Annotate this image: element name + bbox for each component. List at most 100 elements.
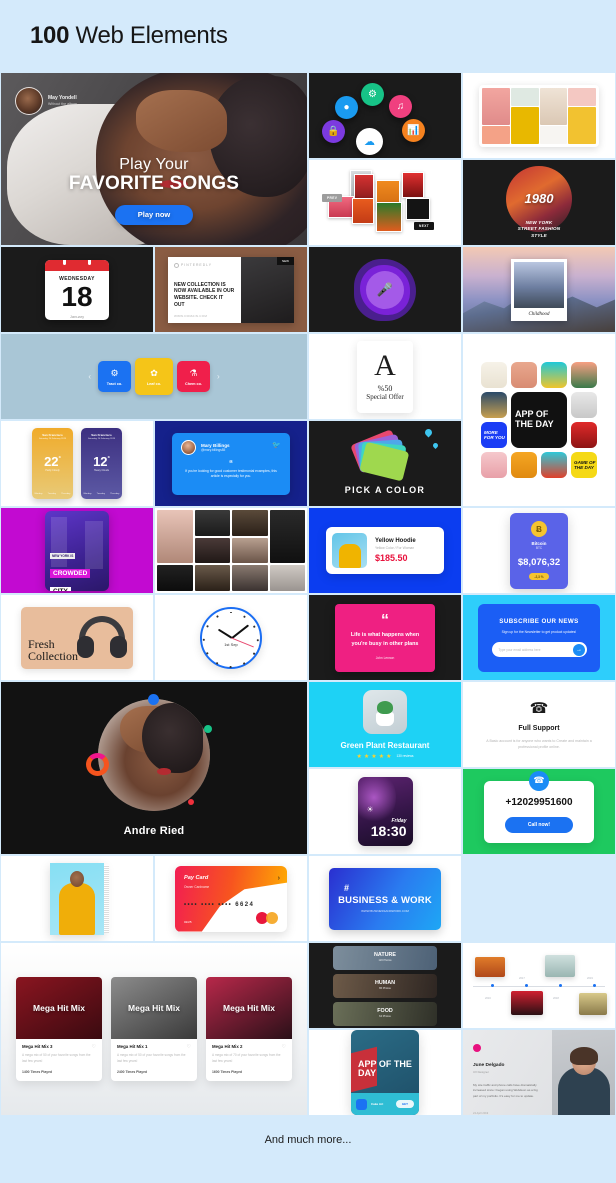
timeline-dot[interactable] [525, 984, 528, 987]
mix-card[interactable]: Mega Hit Mix Mega Hit Mix 2 ♡ A mega mix… [206, 977, 292, 1081]
card-app-poster[interactable]: APP OF THE DAY Cake Art GET [308, 1029, 462, 1116]
category-item[interactable]: NATURE 120 Photos [333, 945, 437, 970]
call-now-button[interactable]: Call now! [505, 816, 573, 833]
card-friday-clock[interactable]: ☀ Friday 18:30 [308, 768, 462, 855]
more-for-you-tile[interactable]: MORE FOR YOU [481, 422, 507, 448]
mix-card[interactable]: Mega Hit Mix Mega Hit Mix 3 ♡ A mega mix… [16, 977, 102, 1081]
carousel-item[interactable]: ⚗ Chem co. [177, 361, 210, 392]
heart-icon[interactable]: ♡ [187, 1044, 191, 1050]
card-testimonial-tweet[interactable]: Mary Billings @mary.billings85 🐦 “ If yo… [154, 420, 308, 507]
card-photo-wall[interactable] [154, 507, 308, 594]
gallery-prev-button[interactable]: PREV [322, 193, 343, 202]
newsletter-email-input[interactable]: Type your email address here → [491, 642, 587, 657]
card-pick-a-color[interactable]: PICK A COLOR [308, 420, 462, 507]
carousel-item[interactable]: ⚙ Tract co. [98, 361, 131, 392]
mix-card[interactable]: Mega Hit Mix Mega Hit Mix 1 ♡ A mega mix… [111, 977, 197, 1081]
card-fresh-collection[interactable]: Fresh Collection [0, 594, 154, 681]
clock-tick [230, 611, 232, 614]
game-of-the-day-tile[interactable]: GAME OF THE DAY [571, 452, 597, 478]
bitcoin-card: Ƀ Bitcoin BTC $8,076,32 -2,3 % [510, 512, 568, 589]
weather-card[interactable]: San Francisco Saturday, 24 February 2019… [32, 428, 73, 499]
card-quote[interactable]: “ Life is what happens when you're busy … [308, 594, 462, 681]
card-icon-bubbles[interactable]: ● ⚙ ♫ 🔒 ☁ 📊 [308, 72, 462, 159]
card-bitcoin[interactable]: Ƀ Bitcoin BTC $8,076,32 -2,3 % [462, 507, 616, 594]
timeline-thumb [475, 956, 505, 977]
card-carousel[interactable]: ‹ ⚙ Tract co. ✿ Leaf co. ⚗ Chem co. › [0, 333, 308, 420]
cloud-upload-icon[interactable]: ☁ [356, 128, 383, 155]
mastercard-right-circle [266, 911, 278, 924]
hero-line-2: FAVORITE SONGS [68, 172, 240, 194]
phone-bg: ☎ +12029951600 Call now! [463, 769, 615, 854]
app-tile [511, 362, 537, 388]
card-weather[interactable]: San Francisco Saturday, 24 February 2019… [0, 420, 154, 507]
card-polaroid[interactable]: Childhood [462, 246, 616, 333]
profile-shape-hair [141, 703, 204, 773]
product-card[interactable]: Yellow Hoodie Yellow Color / For Woman $… [326, 527, 444, 574]
card-categories[interactable]: NATURE 120 Photos HUMAN 86 Photos FOOD 6… [308, 942, 462, 1029]
clock-tick [206, 624, 209, 627]
poster-get-button[interactable]: GET [395, 1100, 414, 1108]
category-sub: 120 Photos [378, 959, 392, 963]
pay-card[interactable]: Pay Card Owner Cardname › •••• •••• ••••… [175, 865, 287, 932]
category-item[interactable]: HUMAN 86 Photos [333, 973, 437, 998]
card-profile[interactable]: Andre Ried [0, 681, 308, 855]
card-call-now[interactable]: ☎ +12029951600 Call now! [462, 768, 616, 855]
play-now-button[interactable]: Play now [115, 204, 193, 225]
bitcoin-icon: Ƀ [531, 521, 547, 537]
timeline-dot[interactable] [559, 984, 562, 987]
card-timeline[interactable]: 2016 2017 2018 2019 [462, 942, 616, 1029]
weather-day: Thursday [61, 493, 71, 495]
weather-card[interactable]: San Francisco Saturday, 24 February 2019… [81, 428, 122, 499]
card-voice-recorder[interactable]: 🎤 [308, 246, 462, 333]
app-of-the-day-tile[interactable]: APP OF THE DAY [511, 392, 567, 448]
twitter-bird-icon[interactable]: 🐦 [272, 441, 281, 449]
carousel-item[interactable]: ✿ Leaf co. [135, 358, 173, 395]
card-testimonial[interactable]: June Delgado UX Designer My site traffic… [462, 1029, 616, 1116]
testimonial-body: My site traffic and phone calls have dra… [473, 1083, 538, 1098]
gallery-next-button[interactable]: NEXT [414, 221, 435, 230]
card-analog-clock[interactable]: 1st Sep [154, 594, 308, 681]
chevron-right-icon[interactable]: › [278, 875, 280, 882]
microphone-icon[interactable]: 🎤 [377, 282, 393, 298]
music-note-icon[interactable]: ♫ [389, 95, 412, 118]
phone-number: +12029951600 [505, 796, 573, 808]
mix-title-row: Mega Hit Mix 1 ♡ [117, 1044, 191, 1050]
bar-chart-icon[interactable]: 📊 [402, 119, 425, 142]
card-hero-music[interactable]: May Yondell Without the album Play Your … [0, 72, 308, 246]
card-restaurant[interactable]: Green Plant Restaurant ★ ★ ★ ★ ★ 130 rev… [308, 681, 462, 768]
card-full-support[interactable]: ☎ Full Support A Basic account is for an… [462, 681, 616, 768]
timeline-label: 2016 [485, 996, 491, 1000]
heart-icon[interactable]: ♡ [282, 1044, 286, 1050]
card-fashion-collage[interactable] [462, 72, 616, 159]
newsletter-submit-button[interactable]: → [573, 643, 585, 656]
card-newsletter[interactable]: SUBSCRIBE OUR NEWS Sign up for the Newsl… [462, 594, 616, 681]
carousel-next-button[interactable]: › [214, 372, 223, 381]
lock-icon[interactable]: 🔒 [322, 120, 345, 143]
card-email-template[interactable]: PINTEREDLY NEW COLLECTION IS NOW AVAILAB… [154, 246, 308, 333]
location-pin-icon[interactable]: ● [335, 96, 358, 119]
card-photo-gallery[interactable]: PREV NEXT [308, 159, 462, 246]
card-book-mockup[interactable] [0, 855, 154, 942]
card-music-mixes[interactable]: Mega Hit Mix Mega Hit Mix 3 ♡ A mega mix… [0, 942, 308, 1116]
card-badge-1980[interactable]: 1980 NEW YORK STREET FASHION STYLE [462, 159, 616, 246]
card-product[interactable]: Yellow Hoodie Yellow Color / For Woman $… [308, 507, 462, 594]
timeline-dot[interactable] [491, 984, 494, 987]
card-calendar[interactable]: WEDNESDAY 18 January [0, 246, 154, 333]
category-item[interactable]: FOOD 64 Photos [333, 1001, 437, 1026]
timeline-dot[interactable] [593, 984, 596, 987]
card-pay-card[interactable]: Pay Card Owner Cardname › •••• •••• ••••… [154, 855, 308, 942]
email-logo-text: PINTEREDLY [181, 263, 213, 267]
settings-gear-icon[interactable]: ⚙ [361, 83, 384, 106]
water-drop-icon [431, 441, 440, 449]
heart-icon[interactable]: ♡ [92, 1044, 96, 1050]
photo-tile [232, 537, 268, 564]
clock-tick [230, 665, 232, 668]
card-crowded-city[interactable]: NEW YORK IS CROWDED CITY [0, 507, 154, 594]
carousel-prev-button[interactable]: ‹ [85, 372, 94, 381]
category-sub: 64 Photos [379, 1015, 391, 1019]
friday-wrap: ☀ Friday 18:30 [309, 769, 461, 854]
card-special-offer[interactable]: A %50 Special Offer [308, 333, 462, 420]
card-business-work[interactable]: # BUSINESS & WORK WWW.BUSINESSANDWORK.CO… [308, 855, 462, 942]
card-app-of-the-day[interactable]: APP OF THE DAY MORE FOR YOU GAME OF THE … [462, 333, 616, 507]
gallery-photo [406, 197, 430, 220]
